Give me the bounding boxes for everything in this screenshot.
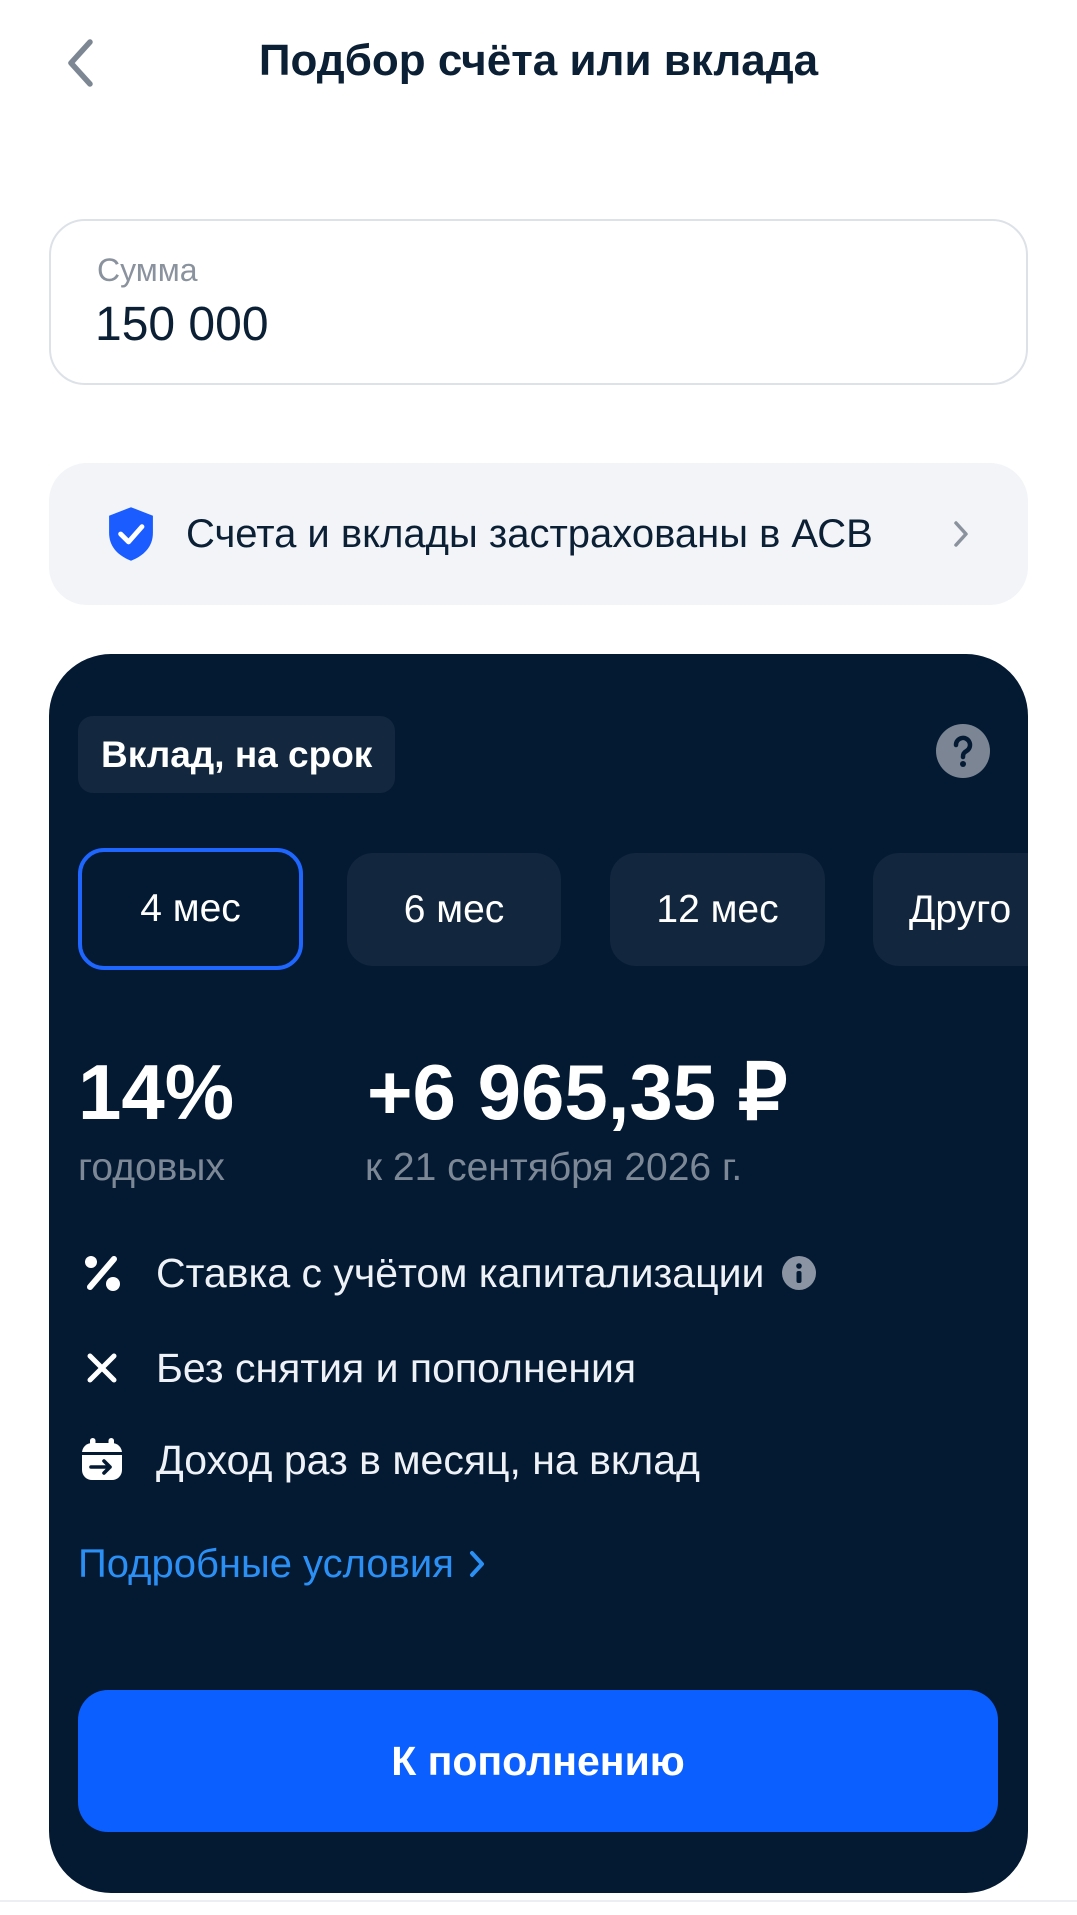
back-button[interactable] — [56, 34, 104, 92]
feature-no-withdrawal: Без снятия и пополнения — [78, 1340, 636, 1396]
term-chip-12-months[interactable]: 12 мес — [610, 853, 825, 966]
question-icon[interactable] — [936, 724, 990, 778]
page-title: Подбор счёта или вклада — [258, 36, 819, 85]
term-chip-other[interactable]: Друго — [873, 853, 1028, 966]
rate-caption: годовых — [78, 1146, 225, 1189]
feature-text: Без снятия и пополнения — [156, 1344, 637, 1391]
percent-icon — [78, 1249, 126, 1297]
close-icon — [78, 1344, 126, 1392]
feature-text: Ставка с учётом капитализации — [156, 1249, 765, 1296]
details-link[interactable]: Подробные условия — [78, 1540, 486, 1588]
shield-check-icon — [109, 507, 153, 561]
amount-label: Сумма — [97, 252, 198, 288]
chevron-left-icon — [68, 39, 93, 87]
term-chip-6-months[interactable]: 6 мес — [347, 853, 561, 966]
insurance-text: Счета и вклады застрахованы в АСВ — [186, 512, 873, 556]
amount-input[interactable]: 150 000 — [95, 297, 269, 353]
chevron-right-icon — [469, 1551, 484, 1577]
feature-monthly-income: Доход раз в месяц, на вклад — [78, 1432, 700, 1488]
insurance-banner[interactable]: Счета и вклады застрахованы в АСВ — [49, 463, 1028, 605]
deposit-card: Вклад, на срок 4 мес 6 мес 12 мес Друго … — [49, 654, 1028, 1893]
feature-capitalization: Ставка с учётом капитализации — [78, 1245, 817, 1301]
feature-text: Доход раз в месяц, на вклад — [156, 1436, 700, 1483]
details-link-label: Подробные условия — [78, 1541, 454, 1586]
screen: Подбор счёта или вклада Сумма 150 000 Сч… — [0, 0, 1077, 1915]
income-value: +6 965,35 ₽ — [367, 1048, 788, 1136]
bottom-divider — [0, 1900, 1077, 1902]
term-chip-4-months[interactable]: 4 мес — [78, 848, 303, 970]
rate-value: 14% — [78, 1048, 235, 1136]
calendar-arrow-icon — [78, 1436, 126, 1484]
income-date: к 21 сентября 2026 г. — [365, 1146, 743, 1189]
amount-field[interactable]: Сумма 150 000 — [49, 219, 1028, 385]
info-icon[interactable] — [782, 1256, 817, 1290]
chevron-right-icon — [954, 521, 968, 547]
deposit-type-badge: Вклад, на срок — [78, 716, 396, 793]
top-up-button[interactable]: К пополнению — [78, 1690, 998, 1832]
